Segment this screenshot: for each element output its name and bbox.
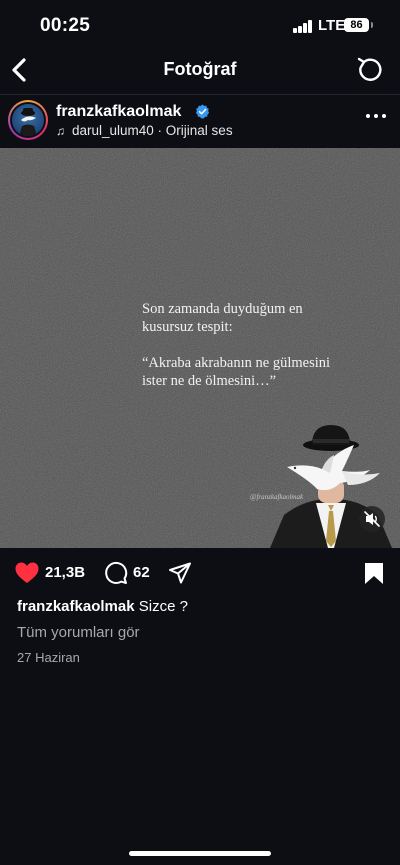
verified-badge-icon [195,104,210,119]
battery-icon: 86 [344,18,373,32]
post-header: franzkafkaolmak ♫ darul_ulum40 · Orijinal… [0,96,400,148]
caption-username[interactable]: franzkafkaolmak [17,598,135,615]
like-count[interactable]: 21,3B [45,564,85,581]
refresh-icon[interactable] [356,56,384,84]
mute-button[interactable] [359,506,385,532]
post-actions: 21,3B 62 [0,556,400,590]
speaker-muted-icon [364,511,380,527]
quote-line-3: “Akraba akrabanın ne gülmesini [142,355,331,371]
post-date: 27 Haziran [17,650,80,665]
comment-icon[interactable] [104,561,128,585]
comment-count[interactable]: 62 [133,564,150,581]
audio-label: darul_ulum40 · Orijinal ses [72,123,233,138]
home-indicator[interactable] [129,851,271,856]
quote-line-4: ister ne de ölmesini…” [142,373,277,389]
network-type: LTE [318,17,346,34]
image-watermark: @franzkafkaolmak [250,493,304,501]
post-image[interactable]: Son zamanda duyduğum en kusursuz tespit:… [0,148,400,548]
bookmark-icon[interactable] [364,562,384,585]
caption-text: Sizce ? [138,598,188,615]
avatar[interactable] [8,100,48,140]
screen: 00:25 LTE 86 Fotoğraf franzkafkaolmak ♫ … [0,0,400,865]
status-bar: 00:25 LTE 86 [0,0,400,52]
page-title: Fotoğraf [163,59,237,79]
nav-bar: Fotoğraf [0,52,400,90]
audio-link[interactable]: ♫ darul_ulum40 · Orijinal ses [56,123,233,138]
post-username[interactable]: franzkafkaolmak [56,103,181,121]
quote-line-1: Son zamanda duyduğum en [142,301,303,317]
heart-icon[interactable] [14,561,40,585]
share-icon[interactable] [168,561,192,585]
nav-divider [0,94,400,95]
status-time: 00:25 [40,15,91,36]
more-options-icon[interactable] [366,110,386,122]
view-all-comments-link[interactable]: Tüm yorumları gör [17,624,140,641]
post-caption: franzkafkaolmak Sizce ? [17,598,188,615]
avatar-image [12,104,44,136]
signal-icon [293,20,315,33]
quote-line-2: kusursuz tespit: [142,319,233,335]
image-quote: Son zamanda duyduğum en kusursuz tespit:… [142,300,387,390]
music-note-icon: ♫ [56,124,65,138]
